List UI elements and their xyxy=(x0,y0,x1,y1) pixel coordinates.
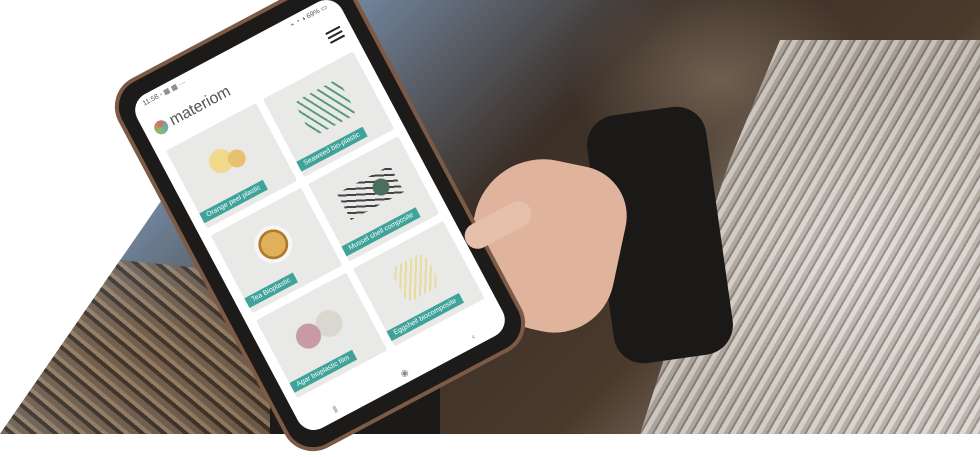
material-thumbnail xyxy=(336,165,404,220)
material-thumbnail xyxy=(247,218,299,271)
back-icon[interactable]: ‹ xyxy=(469,331,476,341)
material-thumbnail xyxy=(284,301,352,357)
bars-icon[interactable]: ⦀ xyxy=(331,404,340,416)
hamburger-menu-icon[interactable] xyxy=(325,25,346,44)
home-icon[interactable]: ◉ xyxy=(398,366,410,379)
material-thumbnail xyxy=(200,135,256,185)
material-thumbnail xyxy=(389,251,442,304)
material-label: Agar bioplastic film xyxy=(289,349,357,393)
materiom-logo-icon xyxy=(151,117,171,137)
material-label: Eggshell biocomposite xyxy=(386,292,465,342)
material-thumbnail xyxy=(293,78,357,138)
